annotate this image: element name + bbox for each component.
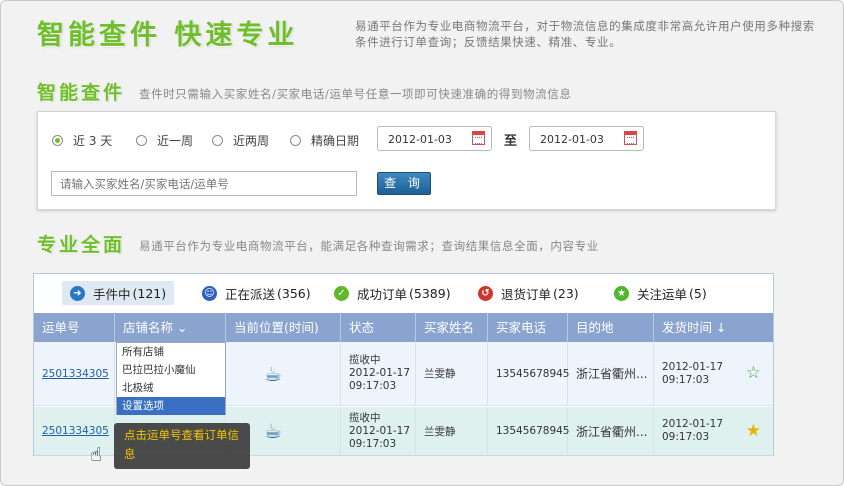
arrow-right-icon: ➜: [70, 285, 85, 301]
column-header-ship-time[interactable]: 发货时间 ↓: [654, 313, 773, 342]
radio-icon[interactable]: [136, 135, 147, 146]
radio-3-days[interactable]: 近 3 天: [52, 132, 112, 149]
column-header-waybill[interactable]: 运单号: [34, 313, 115, 342]
radio-2-weeks[interactable]: 近两周: [212, 132, 269, 149]
coffee-cup-icon[interactable]: ☕: [264, 419, 282, 443]
store-dropdown-menu: 所有店铺 巴拉巴拉小魔仙 北极绒 设置选项: [116, 342, 226, 415]
hand-cursor-icon: ☝: [90, 444, 102, 466]
waybill-cell: 2501334305: [34, 407, 115, 455]
radio-icon[interactable]: [212, 135, 223, 146]
check-icon: ✓: [334, 285, 349, 301]
column-header-store[interactable]: 店铺名称 ⌄: [115, 313, 226, 342]
coffee-cup-icon[interactable]: ☕: [264, 362, 282, 386]
destination-cell: 浙江省衢州...: [568, 407, 654, 455]
waybill-link[interactable]: 2501334305: [42, 425, 109, 437]
store-option-beijirong[interactable]: 北极绒: [117, 379, 225, 397]
column-header-phone: 买家电话: [488, 313, 568, 342]
store-option-settings[interactable]: 设置选项: [117, 397, 225, 415]
page-title: 智能查件 快速专业: [37, 20, 299, 51]
column-header-buyer: 买家姓名: [416, 313, 488, 342]
buyer-cell: 兰雯静: [416, 342, 488, 405]
calendar-icon[interactable]: [472, 131, 485, 145]
phone-cell: 13545678945: [488, 342, 570, 405]
tab-watched-waybills[interactable]: ★ 关注运单 (5): [606, 281, 715, 305]
store-option-balabala[interactable]: 巴拉巴拉小魔仙: [117, 361, 225, 379]
return-icon: ↺: [478, 285, 493, 301]
radio-exact-date[interactable]: 精确日期: [290, 132, 359, 149]
query-button[interactable]: 查 询: [377, 172, 431, 195]
radio-icon[interactable]: [290, 135, 301, 146]
tab-in-transit[interactable]: ➜ 手件中 (121): [62, 281, 175, 305]
star-icon: ★: [614, 285, 629, 301]
column-header-location: 当前位置(时间): [226, 313, 341, 342]
radio-selected-icon[interactable]: [52, 135, 63, 146]
waybill-cell: 2501334305: [34, 342, 115, 405]
star-outline-icon[interactable]: ☆: [746, 365, 761, 382]
date-from-field[interactable]: 2012-01-03: [377, 126, 492, 151]
app-frame: 智能查件 快速专业 易通平台作为专业电商物流平台，对于物流信息的集成度非常高允许…: [0, 0, 844, 486]
star-filled-icon[interactable]: ★: [746, 422, 761, 439]
phone-cell: 13545678945: [488, 407, 570, 455]
search-panel: 近 3 天 近一周 近两周 精确日期 2012-01-03 至 2012-01-…: [37, 111, 776, 210]
buyer-cell: 兰雯静: [416, 407, 488, 455]
results-section-description: 易通平台作为专业电商物流平台，能满足各种查询需求；查询结果信息全面，内容专业: [139, 239, 599, 253]
calendar-icon[interactable]: [624, 131, 637, 145]
destination-cell: 浙江省衢州...: [568, 342, 654, 405]
store-option-all[interactable]: 所有店铺: [117, 343, 225, 361]
waybill-tooltip: 点击运单号查看订单信息: [114, 423, 250, 469]
table-header: 运单号 店铺名称 ⌄ 当前位置(时间) 状态 买家姓名 买家电话 目的地 发货时…: [34, 313, 773, 342]
column-header-destination: 目的地: [568, 313, 654, 342]
date-to-field[interactable]: 2012-01-03: [529, 126, 644, 151]
tab-returned-orders[interactable]: ↺ 退货订单 (23): [470, 281, 587, 305]
results-section-title: 专业全面: [37, 234, 126, 256]
status-cell: 揽收中 2012-01-17 09:17:03: [341, 342, 416, 405]
date-range-separator: 至: [504, 134, 518, 149]
search-section-description: 查件时只需输入买家姓名/买家电话/运单号任意一项即可快速准确的得到物流信息: [139, 87, 572, 101]
location-cell: ☕: [226, 342, 341, 405]
ship-time-cell: 2012-01-17 09:17:03 ★: [662, 418, 761, 443]
radio-1-week[interactable]: 近一周: [136, 132, 193, 149]
status-tabs: ➜ 手件中 (121) ☺ 正在派送 (356) ✓ 成功订单 (5389) ↺…: [34, 274, 773, 313]
page-description: 易通平台作为专业电商物流平台，对于物流信息的集成度非常高允许用户使用多种搜索条件…: [355, 19, 815, 49]
search-input[interactable]: [51, 171, 357, 196]
status-cell: 揽收中 2012-01-17 09:17:03: [341, 407, 416, 455]
tab-successful-orders[interactable]: ✓ 成功订单 (5389): [326, 281, 459, 305]
chevron-down-icon[interactable]: ⌄: [177, 320, 187, 335]
column-header-status: 状态: [341, 313, 416, 342]
tab-delivering[interactable]: ☺ 正在派送 (356): [194, 281, 319, 305]
search-section-title: 智能查件: [37, 82, 126, 104]
waybill-link[interactable]: 2501334305: [42, 368, 109, 380]
ship-time-cell: 2012-01-17 09:17:03 ☆: [662, 360, 761, 386]
smile-icon: ☺: [202, 285, 217, 301]
